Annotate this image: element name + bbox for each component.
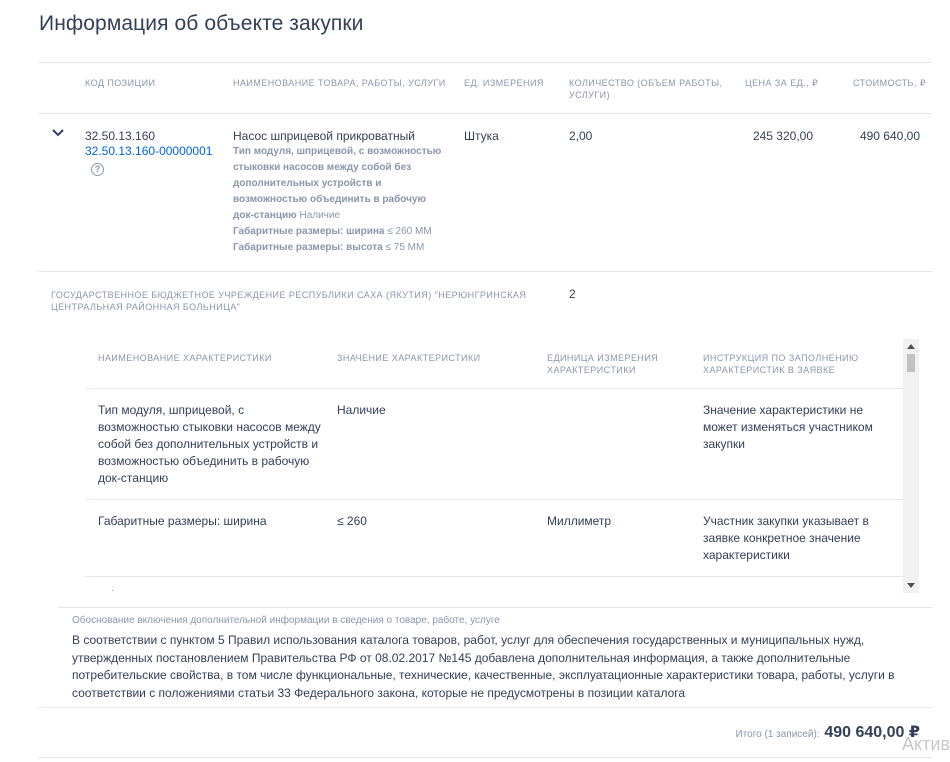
chevron-down-icon[interactable] bbox=[51, 126, 65, 140]
char-row-value: Наличие bbox=[337, 403, 386, 417]
total-summary: Итого (1 записей): 490 640,00 ₽ bbox=[736, 722, 921, 742]
vertical-scrollbar[interactable] bbox=[903, 339, 919, 593]
char-row-unit: Миллиметр bbox=[547, 514, 612, 528]
char-row-instruction: Значение характеристики не может изменят… bbox=[703, 403, 873, 451]
col-header-code: Код позиции bbox=[85, 78, 156, 88]
char-header-value: Значение характеристики bbox=[337, 353, 481, 363]
help-icon[interactable]: ? bbox=[91, 163, 104, 176]
scroll-down-arrow-icon[interactable] bbox=[907, 583, 915, 588]
scroll-thumb[interactable] bbox=[907, 354, 915, 372]
col-header-price: Цена за ед., ₽ bbox=[745, 78, 819, 88]
divider bbox=[85, 388, 903, 389]
characteristics-table[interactable]: Наименование характеристики Значение хар… bbox=[85, 339, 919, 593]
item-qty: 2,00 bbox=[569, 129, 593, 143]
divider bbox=[85, 499, 903, 500]
scroll-up-arrow-icon[interactable] bbox=[907, 344, 915, 349]
customer-qty: 2 bbox=[569, 287, 576, 301]
item-attribute: Тип модуля, шприцевой, с возможностью ст… bbox=[233, 146, 442, 221]
divider bbox=[38, 113, 932, 114]
item-attribute: Габаритные размеры: ширина ≤ 260 ММ bbox=[233, 226, 432, 237]
divider bbox=[38, 707, 932, 708]
char-row-partial: . bbox=[111, 583, 114, 593]
item-description: Насос шприцевой прикроватный Тип модуля,… bbox=[233, 128, 448, 256]
col-header-qty: Количество (объем работы, услуги) bbox=[569, 78, 723, 100]
activation-watermark: Активация bbox=[902, 734, 950, 754]
char-row-instruction: Участник закупки указывает в заявке конк… bbox=[703, 514, 869, 562]
divider bbox=[38, 271, 932, 272]
justification-text: В соответствии с пунктом 5 Правил исполь… bbox=[72, 633, 895, 700]
item-attribute: Габаритные размеры: высота ≤ 75 ММ bbox=[233, 242, 425, 253]
item-code-link[interactable]: 32.50.13.160-00000001 bbox=[85, 144, 212, 158]
page-title: Информация об объекте закупки bbox=[39, 12, 364, 35]
item-name: Насос шприцевой прикроватный bbox=[233, 129, 415, 143]
divider bbox=[58, 607, 932, 608]
char-row-name: Тип модуля, шприцевой, с возможностью ст… bbox=[98, 403, 321, 485]
col-header-unit: Ед. измерения bbox=[464, 78, 544, 88]
char-row-name: Габаритные размеры: ширина bbox=[98, 514, 267, 528]
divider bbox=[85, 576, 903, 577]
item-code: 32.50.13.160 bbox=[85, 129, 156, 143]
customer-name: Государственное бюджетное учреждение Рес… bbox=[51, 290, 527, 312]
char-header-unit: Единица измерения характеристики bbox=[547, 353, 659, 375]
divider bbox=[38, 757, 932, 758]
justification-label: Обоснование включения дополнительной инф… bbox=[72, 615, 500, 626]
char-row-value: ≤ 260 bbox=[337, 514, 367, 528]
item-unit: Штука bbox=[464, 129, 499, 143]
item-cost: 490 640,00 bbox=[859, 129, 920, 143]
char-header-instruction: Инструкция по заполнению характеристик в… bbox=[703, 353, 859, 375]
divider bbox=[38, 62, 932, 63]
col-header-cost: Стоимость, ₽ bbox=[853, 78, 926, 88]
col-header-name: Наименование товара, работы, услуги bbox=[233, 78, 446, 88]
char-header-name: Наименование характеристики bbox=[98, 353, 272, 363]
item-price: 245 320,00 bbox=[752, 129, 813, 143]
total-label: Итого (1 записей): bbox=[735, 729, 820, 740]
